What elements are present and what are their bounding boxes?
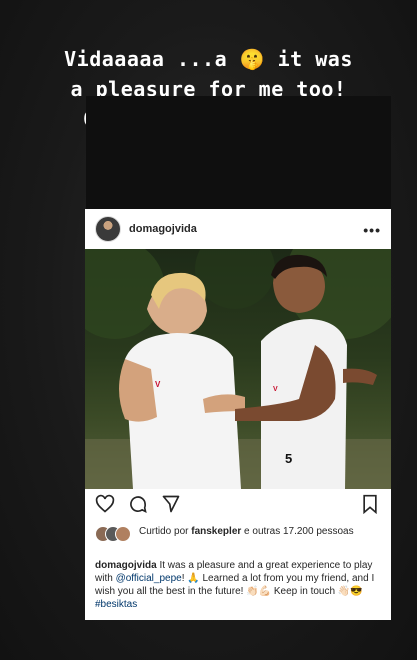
bookmark-icon xyxy=(363,494,377,514)
post-photo: V 5 V xyxy=(85,249,391,489)
post-header: domagojvida ••• xyxy=(85,209,391,250)
shirt-number: 5 xyxy=(285,451,292,466)
players-photo: V 5 V xyxy=(85,249,391,489)
post-actions xyxy=(85,494,391,516)
liked-prefix: Curtido por xyxy=(139,526,192,537)
caption-mention: @official_pepe xyxy=(115,573,182,584)
svg-text:V: V xyxy=(273,386,278,393)
likes-row: Curtido por fanskepler e outras 17.200 p… xyxy=(95,523,385,553)
instagram-post-screenshot: domagojvida ••• V 5 V Curtido por fanske… xyxy=(85,209,391,620)
caption-hashtag: #besiktas xyxy=(95,599,138,610)
liked-user: fanskepler xyxy=(191,526,242,537)
liked-suffix: e outras 17.200 pessoas xyxy=(241,526,354,537)
avatar xyxy=(95,216,121,242)
comment-icon xyxy=(130,496,147,514)
heart-icon xyxy=(95,494,115,513)
story-background-block xyxy=(86,96,391,214)
caption-username: domagojvida xyxy=(95,560,157,571)
liked-by-text: Curtido por fanskepler e outras 17.200 p… xyxy=(139,525,379,538)
liked-by-avatars xyxy=(95,526,139,542)
post-username: domagojvida xyxy=(129,223,197,235)
more-options-icon: ••• xyxy=(363,222,381,238)
share-icon xyxy=(162,495,180,513)
svg-text:V: V xyxy=(155,380,161,389)
post-caption: domagojvida It was a pleasure and a grea… xyxy=(95,559,385,611)
